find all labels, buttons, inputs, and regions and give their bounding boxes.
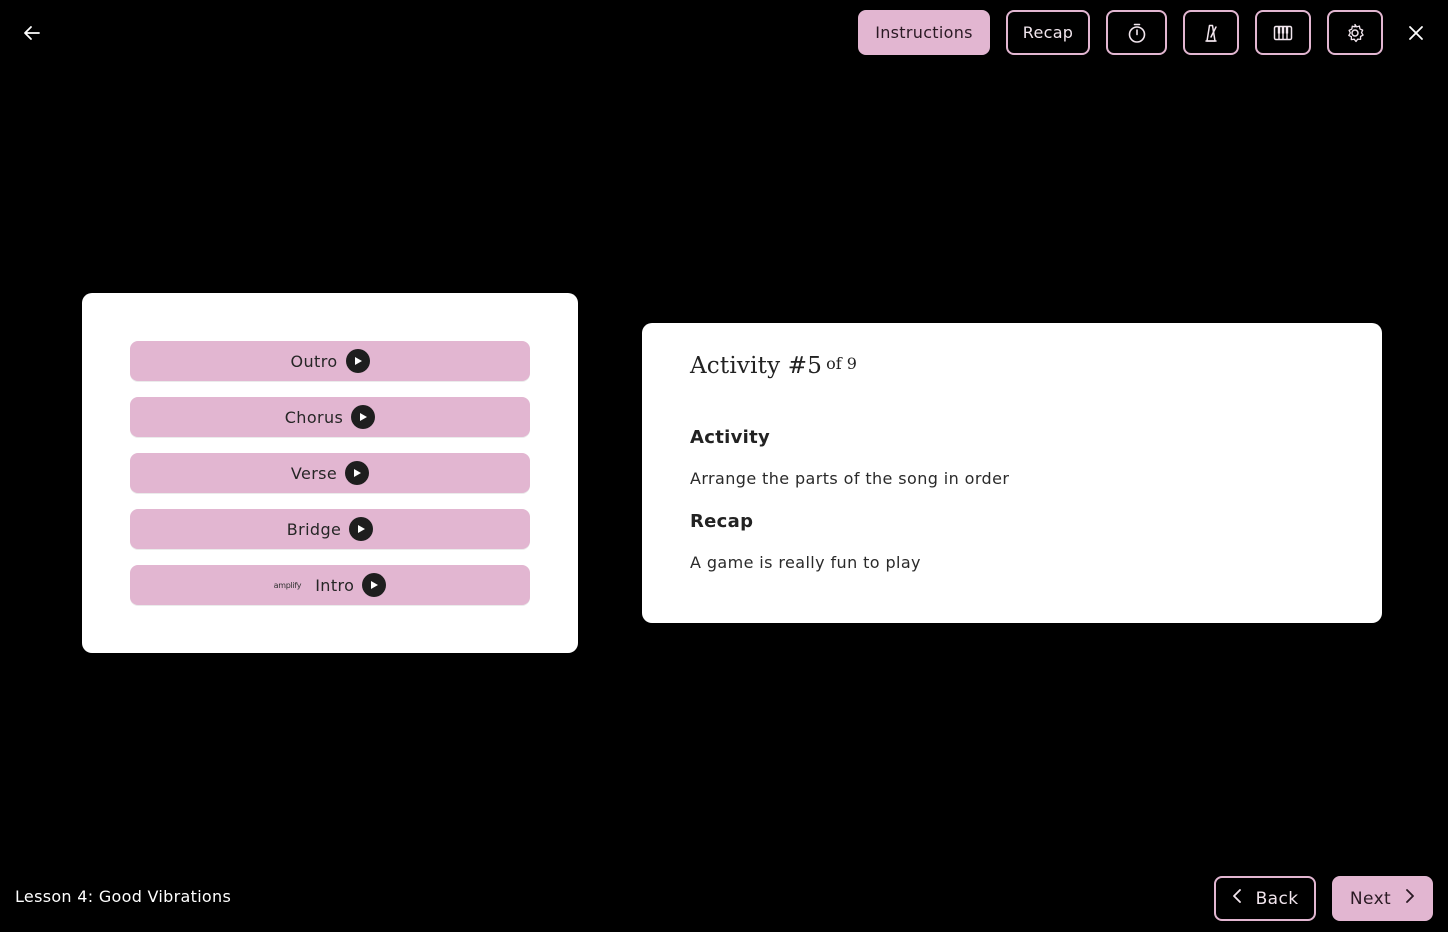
instructions-label: Instructions <box>875 23 973 42</box>
amplify-logo: amplify <box>273 580 302 590</box>
activity-text: Arrange the parts of the song in order <box>690 469 1010 488</box>
next-label: Next <box>1349 888 1392 909</box>
back-label: Back <box>1255 888 1299 909</box>
song-part-label: Bridge <box>286 519 342 539</box>
play-icon[interactable] <box>345 461 370 485</box>
play-icon[interactable] <box>345 349 370 373</box>
next-button[interactable]: Next <box>1332 876 1433 921</box>
timer-button[interactable] <box>1106 10 1167 55</box>
chevron-right-icon <box>1405 888 1415 909</box>
lesson-title: Lesson 4: Good Vibrations <box>15 887 232 906</box>
settings-button[interactable] <box>1327 10 1383 55</box>
play-icon[interactable] <box>351 405 376 429</box>
activity-heading: Activity <box>690 427 771 448</box>
recap-label: Recap <box>1022 23 1074 42</box>
activity-total: of 9 <box>826 354 857 373</box>
play-icon[interactable] <box>349 517 374 541</box>
activity-card: Activity #5 of 9 Activity Arrange the par… <box>642 323 1382 623</box>
gear-icon <box>1344 22 1366 44</box>
back-button[interactable]: Back <box>1214 876 1316 921</box>
piano-icon <box>1272 22 1294 44</box>
recap-button[interactable]: Recap <box>1006 10 1090 55</box>
recap-text: A game is really fun to play <box>690 553 921 572</box>
activity-number: Activity #5 <box>690 353 823 379</box>
play-icon[interactable] <box>362 573 387 597</box>
activity-title: Activity #5 of 9 <box>690 353 857 379</box>
song-parts-card: Outro Chorus Verse Bridge amplify Intro <box>82 293 578 653</box>
timer-icon <box>1126 22 1148 44</box>
metronome-button[interactable] <box>1183 10 1239 55</box>
song-part-label: Chorus <box>284 407 344 427</box>
piano-button[interactable] <box>1255 10 1311 55</box>
song-part-label: Outro <box>290 351 338 371</box>
song-part-label: Verse <box>290 463 338 483</box>
song-part-chorus[interactable]: Chorus <box>130 397 530 437</box>
song-part-outro[interactable]: Outro <box>130 341 530 381</box>
song-part-label: Intro <box>315 575 355 595</box>
close-icon[interactable] <box>1400 17 1432 49</box>
song-part-verse[interactable]: Verse <box>130 453 530 493</box>
recap-heading: Recap <box>690 511 754 532</box>
chevron-left-icon <box>1232 888 1242 909</box>
back-arrow-icon[interactable] <box>16 17 48 49</box>
song-part-bridge[interactable]: Bridge <box>130 509 530 549</box>
song-part-intro[interactable]: amplify Intro <box>130 565 530 605</box>
metronome-icon <box>1200 22 1222 44</box>
instructions-button[interactable]: Instructions <box>858 10 990 55</box>
